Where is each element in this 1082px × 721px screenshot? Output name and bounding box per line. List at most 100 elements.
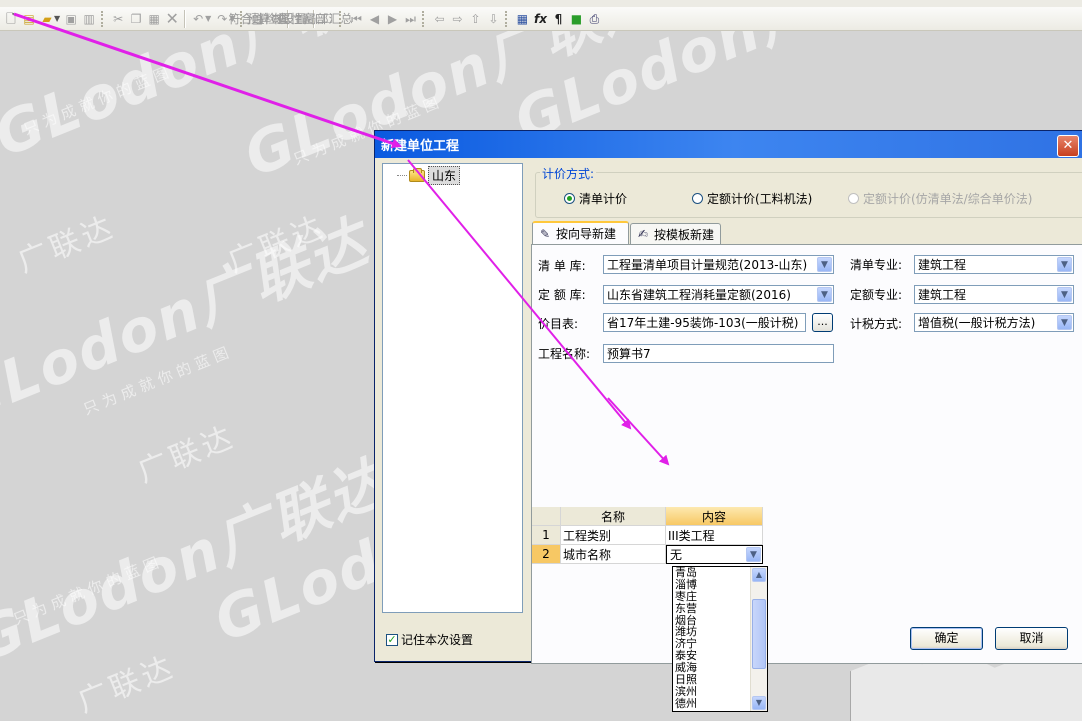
- printer-icon: ⎙: [589, 11, 600, 26]
- list-lib-value: 工程量清单项目计量规范(2013-山东): [607, 258, 808, 272]
- tax-method-value: 增值税(一般计税方法): [918, 316, 1036, 330]
- tree-node-shandong[interactable]: 山东: [397, 166, 461, 185]
- ok-button[interactable]: 确定: [910, 627, 983, 650]
- radio-label: 定额计价(仿清单法/综合单价法): [863, 192, 1033, 206]
- scroll-up-icon[interactable]: ▲: [752, 568, 766, 582]
- toolbar-grip: [101, 10, 106, 27]
- radio-selected-icon: [564, 193, 575, 204]
- annotation-arrow: [13, 12, 402, 149]
- radio-unselected-icon: [848, 193, 859, 204]
- price-table-field[interactable]: 省17年土建-95装饰-103(一般计税): [603, 313, 806, 332]
- paste-button[interactable]: ▦: [145, 9, 163, 29]
- save-all-button[interactable]: ▥: [80, 9, 98, 29]
- grid-cell-name: 城市名称: [561, 545, 666, 564]
- last-record-button[interactable]: ⏭: [401, 9, 419, 29]
- radio-quota-composite-pricing[interactable]: 定额计价(仿清单法/综合单价法): [848, 190, 1032, 207]
- calculator-icon: ▦: [516, 11, 529, 26]
- watermark-company: 广联达: [72, 649, 181, 720]
- list-major-label: 清单专业:: [850, 258, 903, 272]
- wand-icon: ✎: [539, 226, 551, 241]
- paste-icon: ▦: [148, 11, 160, 26]
- scroll-thumb[interactable]: [752, 599, 766, 669]
- arrow-right-icon: ⇨: [452, 11, 463, 26]
- cut-button[interactable]: ✂: [109, 9, 127, 29]
- remember-settings-checkbox[interactable]: ✓ 记住本次设置: [386, 631, 473, 648]
- window-top-strip: [0, 0, 1082, 7]
- chevron-down-icon[interactable]: ▼: [1057, 315, 1072, 330]
- new-file-icon: 🗋: [6, 11, 16, 26]
- chevron-down-icon[interactable]: ▼: [817, 287, 832, 302]
- list-lib-select[interactable]: 工程量清单项目计量规范(2013-山东) ▼: [603, 255, 834, 274]
- save-button[interactable]: ▣: [62, 9, 80, 29]
- print-button[interactable]: ⎙: [585, 9, 603, 29]
- tax-method-select[interactable]: 增值税(一般计税方法) ▼: [914, 313, 1074, 332]
- move-up-button[interactable]: ⇧: [466, 9, 484, 29]
- edit-document-icon: ✍: [637, 227, 649, 241]
- new-project-icon: ▤: [23, 11, 35, 26]
- paragraph-button[interactable]: ¶: [549, 9, 567, 29]
- move-down-button[interactable]: ⇩: [484, 9, 502, 29]
- move-right-button[interactable]: ⇨: [448, 9, 466, 29]
- chevron-down-icon[interactable]: ▼: [746, 547, 761, 562]
- region-tree-panel: 山东: [382, 163, 523, 613]
- new-project-button[interactable]: ▤: [20, 9, 38, 29]
- calculator-button[interactable]: ▦: [513, 9, 531, 29]
- close-button[interactable]: ✕: [1057, 135, 1079, 157]
- dropdown-scrollbar[interactable]: ▲ ▼: [750, 567, 767, 711]
- tax-method-label: 计税方式:: [850, 317, 903, 331]
- main-toolbar: 🗋 ▤ ▰ ▼ ▣ ▥ ✂ ❐ ▦ ✕ ↶ ▼ ↷ ▼ ▤ 符合性检查 ⚙ 预算书设置 ▭…: [0, 7, 1082, 31]
- list-lib-label: 清 单 库:: [538, 259, 586, 273]
- quota-major-select[interactable]: 建筑工程 ▼: [914, 285, 1074, 304]
- cancel-button[interactable]: 取消: [995, 627, 1068, 650]
- watermark-company: 广联达: [132, 419, 241, 490]
- open-button[interactable]: ▰ ▼: [38, 9, 62, 29]
- radio-label: 定额计价(工料机法): [707, 192, 813, 206]
- tab-wizard-new[interactable]: ✎ 按向导新建: [532, 221, 629, 244]
- watermark-company: 广联达: [12, 209, 121, 280]
- partial-summary-button[interactable]: ☐ 局部汇总: [304, 9, 352, 29]
- tree-connector: [397, 175, 407, 176]
- chevron-down-icon[interactable]: ▼: [1057, 287, 1072, 302]
- watermark-slogan: 只为成就你的蓝图: [80, 341, 236, 419]
- triangle-right-icon: ▶: [387, 11, 398, 26]
- radio-label: 清单计价: [579, 192, 628, 206]
- tab-label: 按模板新建: [654, 227, 715, 242]
- toolbar-grip: [422, 10, 427, 27]
- open-folder-icon: [409, 167, 425, 182]
- formula-button[interactable]: fx: [531, 9, 549, 29]
- dialog-title-bar[interactable]: 新建单位工程: [375, 131, 1082, 158]
- quota-major-label: 定额专业:: [850, 288, 903, 302]
- previous-record-button[interactable]: ◀: [365, 9, 383, 29]
- delete-button[interactable]: ✕: [163, 9, 181, 29]
- project-name-value: 预算书7: [607, 347, 651, 361]
- arrow-down-icon: ⇩: [488, 11, 499, 26]
- copy-button[interactable]: ❐: [127, 9, 145, 29]
- grid-header-content: 内容: [666, 507, 763, 526]
- chevron-down-icon: ▼: [54, 14, 61, 23]
- tab-strip: ✎ 按向导新建 ✍ 按模板新建: [531, 221, 1082, 245]
- scroll-down-icon[interactable]: ▼: [752, 696, 766, 710]
- next-record-button[interactable]: ▶: [383, 9, 401, 29]
- city-name-select[interactable]: 无 ▼: [666, 545, 763, 564]
- grid-cell-value[interactable]: III类工程: [666, 526, 763, 545]
- toolbar-separator: [184, 9, 187, 28]
- undo-button[interactable]: ↶ ▼: [189, 9, 213, 29]
- new-file-button[interactable]: 🗋: [2, 9, 20, 29]
- browse-price-table-button[interactable]: ...: [812, 313, 833, 332]
- city-dropdown-list[interactable]: 青岛 淄博 枣庄 东营 烟台 潍坊 济宁 泰安 威海 日照 滨州 德州 ▲ ▼: [672, 566, 768, 712]
- scissors-icon: ✂: [113, 11, 124, 26]
- copy-icon: ❐: [130, 11, 142, 26]
- quota-lib-select[interactable]: 山东省建筑工程消耗量定额(2016) ▼: [603, 285, 834, 304]
- project-name-input[interactable]: 预算书7: [603, 344, 834, 363]
- chevron-down-icon[interactable]: ▼: [817, 257, 832, 272]
- list-major-select[interactable]: 建筑工程 ▼: [914, 255, 1074, 274]
- watermark-slogan: 只为成就你的蓝图: [10, 551, 166, 629]
- project-name-label: 工程名称:: [538, 347, 591, 361]
- move-left-button[interactable]: ⇦: [430, 9, 448, 29]
- chevron-down-icon[interactable]: ▼: [1057, 257, 1072, 272]
- radio-quota-pricing[interactable]: 定额计价(工料机法): [692, 190, 812, 207]
- pricing-method-title: 计价方式:: [540, 165, 597, 182]
- cube-button[interactable]: ■: [567, 9, 585, 29]
- tab-template-new[interactable]: ✍ 按模板新建: [630, 223, 721, 244]
- radio-list-pricing[interactable]: 清单计价: [564, 190, 627, 207]
